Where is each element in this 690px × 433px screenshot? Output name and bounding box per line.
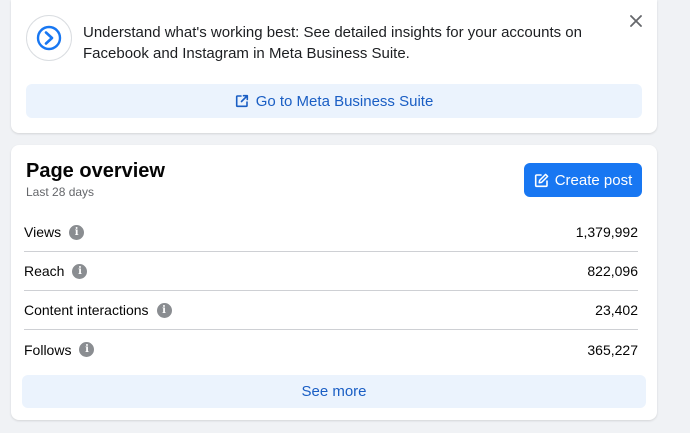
metric-label: Reach <box>24 263 65 279</box>
create-post-label: Create post <box>554 171 633 189</box>
see-more-button[interactable]: See more <box>22 375 646 408</box>
create-post-button[interactable]: Create post <box>524 163 642 197</box>
metric-value: 23,402 <box>595 302 638 318</box>
page-title: Page overview <box>26 160 165 182</box>
meta-business-suite-icon <box>26 15 72 61</box>
banner-message: Understand what's working best: See deta… <box>83 24 582 62</box>
metric-label: Content interactions <box>24 302 149 318</box>
metric-value: 1,379,992 <box>575 224 638 240</box>
go-to-business-suite-label: Go to Meta Business Suite <box>255 92 434 110</box>
info-icon[interactable]: i <box>79 342 95 357</box>
metric-label: Follows <box>24 341 72 358</box>
metric-value: 365,227 <box>587 341 638 358</box>
close-icon[interactable] <box>625 10 647 32</box>
business-suite-banner: Understand what's working best: See deta… <box>11 0 657 133</box>
go-to-business-suite-button[interactable]: Go to Meta Business Suite <box>26 84 642 118</box>
date-range-label: Last 28 days <box>26 185 95 199</box>
metric-row-reach: Reach i 822,096 <box>24 252 638 291</box>
external-link-icon <box>235 94 248 108</box>
see-more-label: See more <box>301 383 367 400</box>
metric-value: 822,096 <box>587 263 638 279</box>
metric-row-follows: Follows i 365,227 <box>24 330 638 369</box>
metric-row-content-interactions: Content interactions i 23,402 <box>24 291 638 330</box>
page-overview-card: Page overview Last 28 days Create post V… <box>11 145 657 420</box>
info-icon[interactable]: i <box>69 224 85 240</box>
metric-row-views: Views i 1,379,992 <box>24 213 638 252</box>
metric-label: Views <box>24 224 62 240</box>
info-icon[interactable]: i <box>156 302 172 318</box>
edit-icon <box>534 173 549 187</box>
info-icon[interactable]: i <box>72 263 88 279</box>
metrics-list: Views i 1,379,992 Reach i 822,096 Conten… <box>24 213 638 369</box>
